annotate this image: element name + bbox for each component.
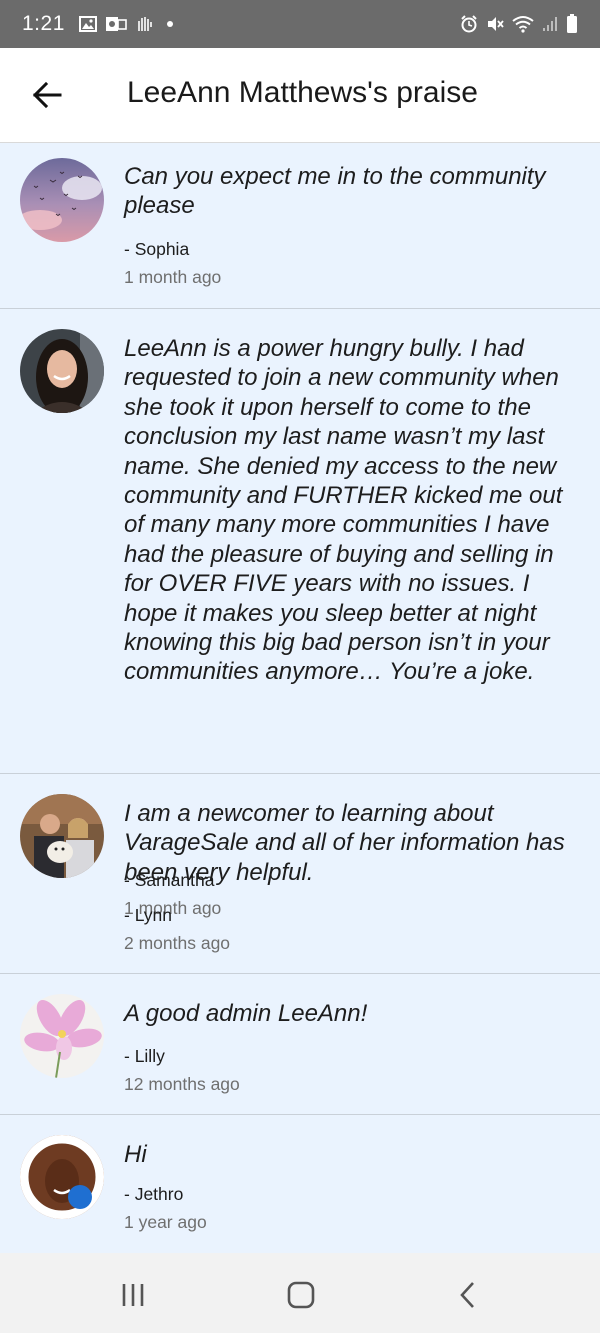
- praise-text: Hi: [124, 1141, 147, 1168]
- wifi-icon: [512, 15, 534, 33]
- praise-item: I am a newcomer to learning about Varage…: [0, 774, 600, 974]
- pink-flower-avatar[interactable]: [20, 994, 104, 1078]
- sky-birds-avatar[interactable]: [20, 158, 104, 242]
- praise-author: - Jethro: [124, 1184, 184, 1204]
- back-arrow-icon: [32, 81, 62, 109]
- praise-item: Can you expect me in to the community pl…: [0, 143, 600, 309]
- couple-with-dog-avatar[interactable]: [20, 794, 104, 878]
- status-bar: 1:21: [0, 0, 600, 48]
- home-icon: [287, 1281, 315, 1309]
- praise-author: - Lynn: [124, 905, 172, 925]
- praise-text: I am a newcomer to learning about Varage…: [124, 800, 565, 886]
- back-button[interactable]: [28, 76, 66, 114]
- app-header: LeeAnn Matthews's praise: [0, 48, 600, 143]
- outlook-icon: [105, 16, 127, 32]
- alarm-icon: [460, 15, 478, 33]
- image-icon: [78, 16, 97, 32]
- praise-time: 12 months ago: [124, 1074, 240, 1094]
- hand-icon: [135, 15, 155, 33]
- praise-item: Hi - Jethro 1 year ago: [0, 1115, 600, 1253]
- battery-icon: [566, 14, 578, 34]
- praise-text: A good admin LeeAnn!: [124, 1000, 368, 1027]
- praise-time: 1 year ago: [124, 1212, 207, 1232]
- woman-portrait-avatar[interactable]: [20, 329, 104, 413]
- nav-back-button[interactable]: [448, 1275, 488, 1315]
- praise-author: - Lilly: [124, 1046, 165, 1066]
- dot-icon: [166, 21, 173, 27]
- mute-icon: [486, 15, 504, 33]
- praise-item: A good admin LeeAnn! - Lilly 12 months a…: [0, 974, 600, 1115]
- home-button[interactable]: [281, 1275, 321, 1315]
- navigation-bar: [0, 1253, 600, 1333]
- praise-text: LeeAnn is a power hungry bully. I had re…: [124, 335, 563, 686]
- recent-apps-icon: [122, 1284, 144, 1306]
- nav-back-icon: [460, 1282, 474, 1308]
- recent-apps-button[interactable]: [113, 1275, 153, 1315]
- page-title: LeeAnn Matthews's praise: [127, 76, 478, 109]
- praise-time: 2 months ago: [124, 933, 231, 953]
- praise-time: 1 month ago: [124, 267, 222, 287]
- praise-author: - Sophia: [124, 239, 190, 259]
- vaccine-frame-avatar[interactable]: [20, 1135, 104, 1219]
- praise-item: LeeAnn is a power hungry bully. I had re…: [0, 309, 600, 918]
- praise-list: Can you expect me in to the community pl…: [0, 143, 600, 1253]
- signal-icon: [542, 16, 558, 32]
- status-time: 1:21: [22, 12, 65, 35]
- praise-text: Can you expect me in to the community pl…: [124, 163, 546, 220]
